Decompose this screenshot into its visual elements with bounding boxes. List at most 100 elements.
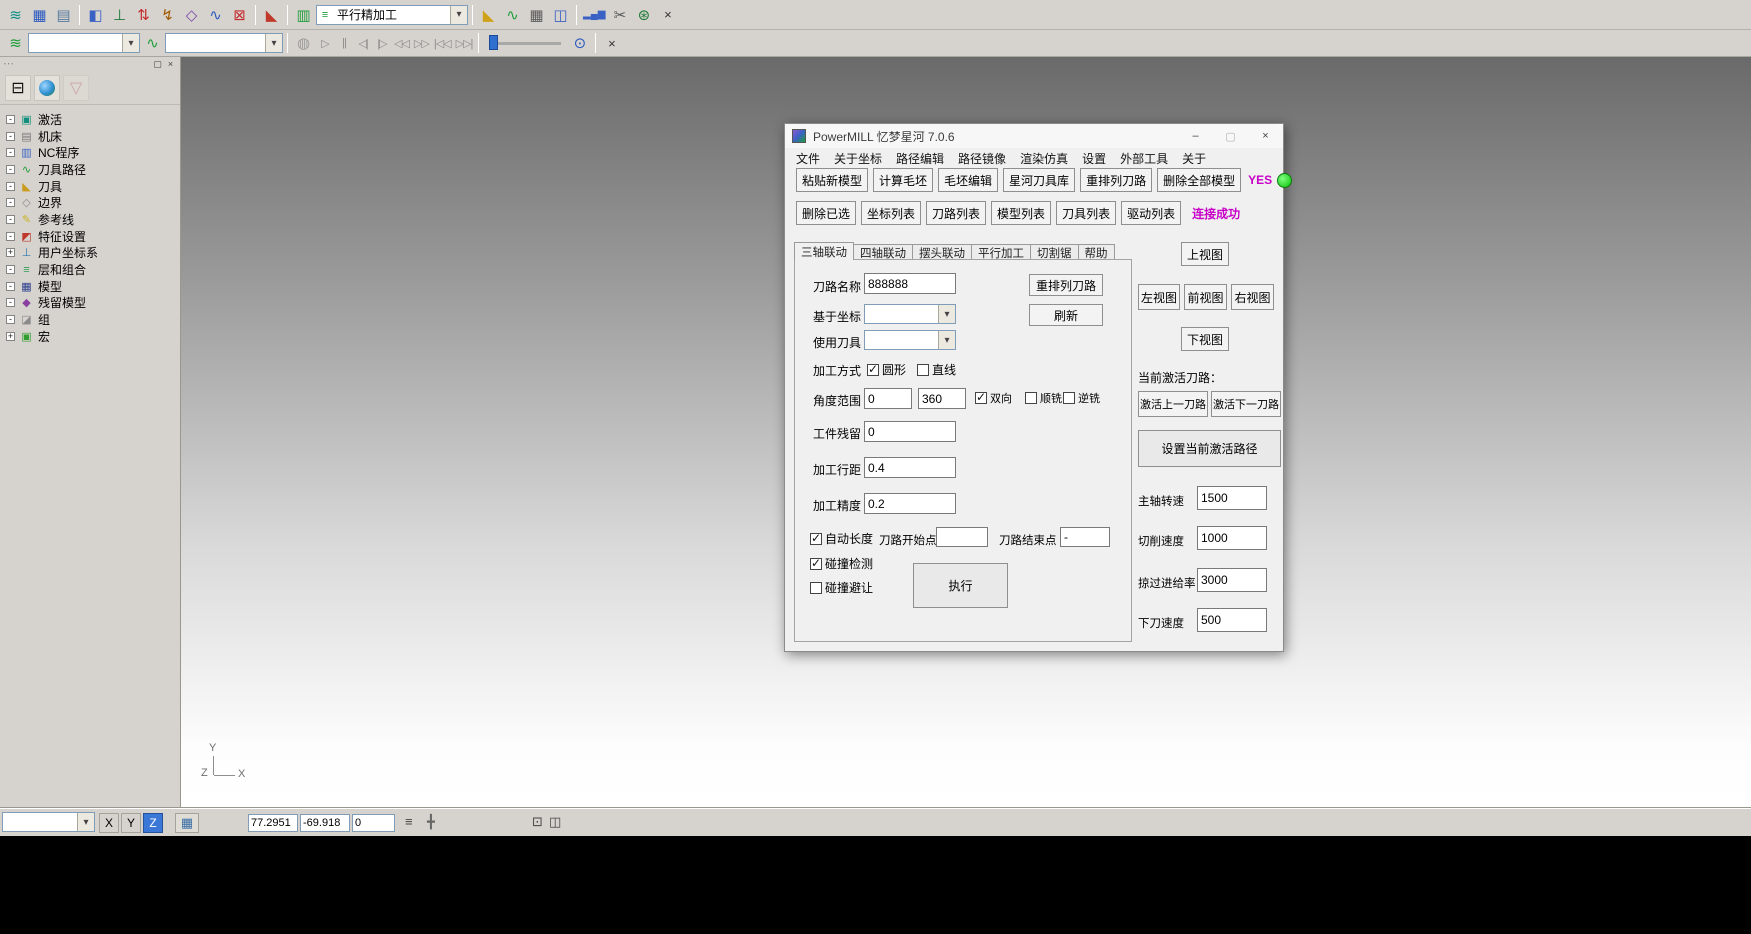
tree-item-groups[interactable]: - ◪ 组: [4, 311, 180, 328]
rearrange-toolpath-button-2[interactable]: 重排列刀路: [1029, 274, 1103, 296]
tree-item-toolpaths[interactable]: - ∿ 刀具路径: [4, 161, 180, 178]
speed-slider[interactable]: [487, 34, 563, 52]
chevron-down-icon[interactable]: ▾: [938, 331, 955, 349]
expander-icon[interactable]: -: [6, 132, 15, 141]
conventional-mill-checkbox[interactable]: 逆铣: [1063, 390, 1100, 406]
execute-button[interactable]: 执行: [913, 563, 1008, 608]
paste-new-model-button[interactable]: 粘贴新模型: [796, 168, 868, 192]
clock-icon[interactable]: ⊙: [568, 32, 591, 54]
tree-item-workplanes[interactable]: + ⊥ 用户坐标系: [4, 245, 180, 262]
view-front-button[interactable]: 前视图: [1184, 284, 1227, 310]
play-icon[interactable]: ▷: [316, 32, 334, 54]
menu-path-edit[interactable]: 路径编辑: [889, 148, 951, 169]
shield-icon[interactable]: ▽: [63, 75, 89, 101]
graph-icon[interactable]: ∿: [501, 4, 524, 26]
active-toolpath-combobox[interactable]: ▾: [165, 33, 283, 53]
delete-all-models-button[interactable]: 删除全部模型: [1157, 168, 1241, 192]
panel-close-icon[interactable]: ×: [164, 59, 177, 69]
chevron-down-icon[interactable]: ▾: [77, 813, 94, 831]
expander-icon[interactable]: -: [6, 182, 15, 191]
view-top-button[interactable]: 上视图: [1181, 242, 1229, 266]
stepover-input[interactable]: [864, 457, 956, 478]
view-right-button[interactable]: 右视图: [1231, 284, 1274, 310]
coord-z-input[interactable]: [352, 814, 395, 832]
drag-grip-icon[interactable]: ⋯: [3, 60, 14, 68]
expander-icon[interactable]: -: [6, 298, 15, 307]
tool-database-icon[interactable]: ◣: [477, 4, 500, 26]
bidirectional-checkbox[interactable]: 双向: [975, 390, 1012, 406]
axis-x-button[interactable]: X: [99, 813, 119, 833]
pane-toggle-icon[interactable]: ⊡: [532, 814, 543, 830]
strategies-icon[interactable]: ≋: [4, 4, 27, 26]
angle-to-input[interactable]: [918, 388, 966, 409]
coord-x-input[interactable]: [248, 814, 298, 832]
stock-remaining-input[interactable]: [864, 421, 956, 442]
menu-file[interactable]: 文件: [789, 148, 827, 169]
tree-item-patterns[interactable]: - ✎ 参考线: [4, 211, 180, 228]
axis-y-button[interactable]: Y: [121, 813, 141, 833]
scissors-icon[interactable]: ✂: [608, 4, 631, 26]
tree-item-nc-programs[interactable]: - ▥ NC程序: [4, 144, 180, 161]
coord-list-button[interactable]: 坐标列表: [861, 201, 921, 225]
toolpath-combobox[interactable]: ▾: [28, 33, 140, 53]
collision-avoid-checkbox[interactable]: 碰撞避让: [810, 579, 873, 596]
menu-coords[interactable]: 关于坐标: [827, 148, 889, 169]
tool-icon[interactable]: ◣: [260, 4, 283, 26]
menu-render-sim[interactable]: 渲染仿真: [1013, 148, 1075, 169]
spindle-speed-input[interactable]: [1197, 486, 1267, 510]
globe-icon[interactable]: [34, 75, 60, 101]
nc-program-icon[interactable]: ▥: [292, 4, 315, 26]
calc-stock-button[interactable]: 计算毛坯: [873, 168, 933, 192]
menu-settings[interactable]: 设置: [1075, 148, 1113, 169]
collision-check-icon[interactable]: ⊠: [228, 4, 251, 26]
boundary-icon[interactable]: ◇: [180, 4, 203, 26]
chevron-down-icon[interactable]: ▾: [265, 34, 282, 52]
menu-external-tools[interactable]: 外部工具: [1113, 148, 1175, 169]
expander-icon[interactable]: -: [6, 282, 15, 291]
feeds-icon[interactable]: ⇅: [132, 4, 155, 26]
tab-3axis[interactable]: 三轴联动: [794, 242, 854, 260]
explorer-tree-icon[interactable]: ⊟: [5, 75, 31, 101]
grid-icon[interactable]: ▦: [175, 813, 199, 833]
view-left-button[interactable]: 左视图: [1138, 284, 1180, 310]
menu-path-mirror[interactable]: 路径镜像: [951, 148, 1013, 169]
statistics-icon[interactable]: ◫: [549, 4, 572, 26]
expander-icon[interactable]: -: [6, 232, 15, 241]
rearrange-toolpath-button[interactable]: 重排列刀路: [1080, 168, 1152, 192]
tab-help[interactable]: 帮助: [1078, 244, 1115, 260]
tab-swivel[interactable]: 摆头联动: [912, 244, 972, 260]
expander-icon[interactable]: -: [6, 315, 15, 324]
active-toolpath-icon[interactable]: ∿: [141, 32, 164, 54]
leads-icon[interactable]: ↯: [156, 4, 179, 26]
coord-y-input[interactable]: [300, 814, 350, 832]
expander-icon[interactable]: -: [6, 165, 15, 174]
chevron-down-icon[interactable]: ▾: [122, 34, 139, 52]
workplane-icon[interactable]: ⊥: [108, 4, 131, 26]
go-to-end-icon[interactable]: ▷▷|: [454, 32, 475, 54]
end-point-input[interactable]: [1060, 527, 1110, 547]
statusbar-combobox[interactable]: ▾: [2, 812, 95, 832]
line-checkbox[interactable]: 直线: [917, 361, 956, 378]
expander-icon[interactable]: -: [6, 148, 15, 157]
activate-next-toolpath-button[interactable]: 激活下一刀路: [1211, 391, 1281, 417]
go-to-start-icon[interactable]: |◁◁: [432, 32, 453, 54]
slider-handle[interactable]: [489, 35, 498, 50]
climb-mill-checkbox[interactable]: 顺铣: [1025, 390, 1062, 406]
panel-restore-icon[interactable]: ▢: [151, 59, 164, 70]
delete-selected-button[interactable]: 删除已选: [796, 201, 856, 225]
maximize-button[interactable]: ▢: [1213, 124, 1248, 148]
activate-prev-toolpath-button[interactable]: 激活上一刀路: [1138, 391, 1208, 417]
tab-saw[interactable]: 切割锯: [1030, 244, 1079, 260]
toolpath-list-icon[interactable]: ≋: [4, 32, 27, 54]
chevron-down-icon[interactable]: ▾: [450, 6, 467, 24]
toolbar-close-icon[interactable]: ×: [656, 4, 679, 26]
drive-list-button[interactable]: 驱动列表: [1121, 201, 1181, 225]
auto-length-checkbox[interactable]: 自动长度: [810, 530, 873, 547]
tolerance-input[interactable]: [864, 493, 956, 514]
expander-icon[interactable]: +: [6, 248, 15, 257]
collision-detect-checkbox[interactable]: 碰撞检测: [810, 555, 873, 572]
expander-icon[interactable]: -: [6, 198, 15, 207]
rewind-icon[interactable]: ◁◁: [392, 32, 411, 54]
tree-item-boundaries[interactable]: - ◇ 边界: [4, 194, 180, 211]
panel-split-icon[interactable]: ◫: [549, 814, 561, 830]
